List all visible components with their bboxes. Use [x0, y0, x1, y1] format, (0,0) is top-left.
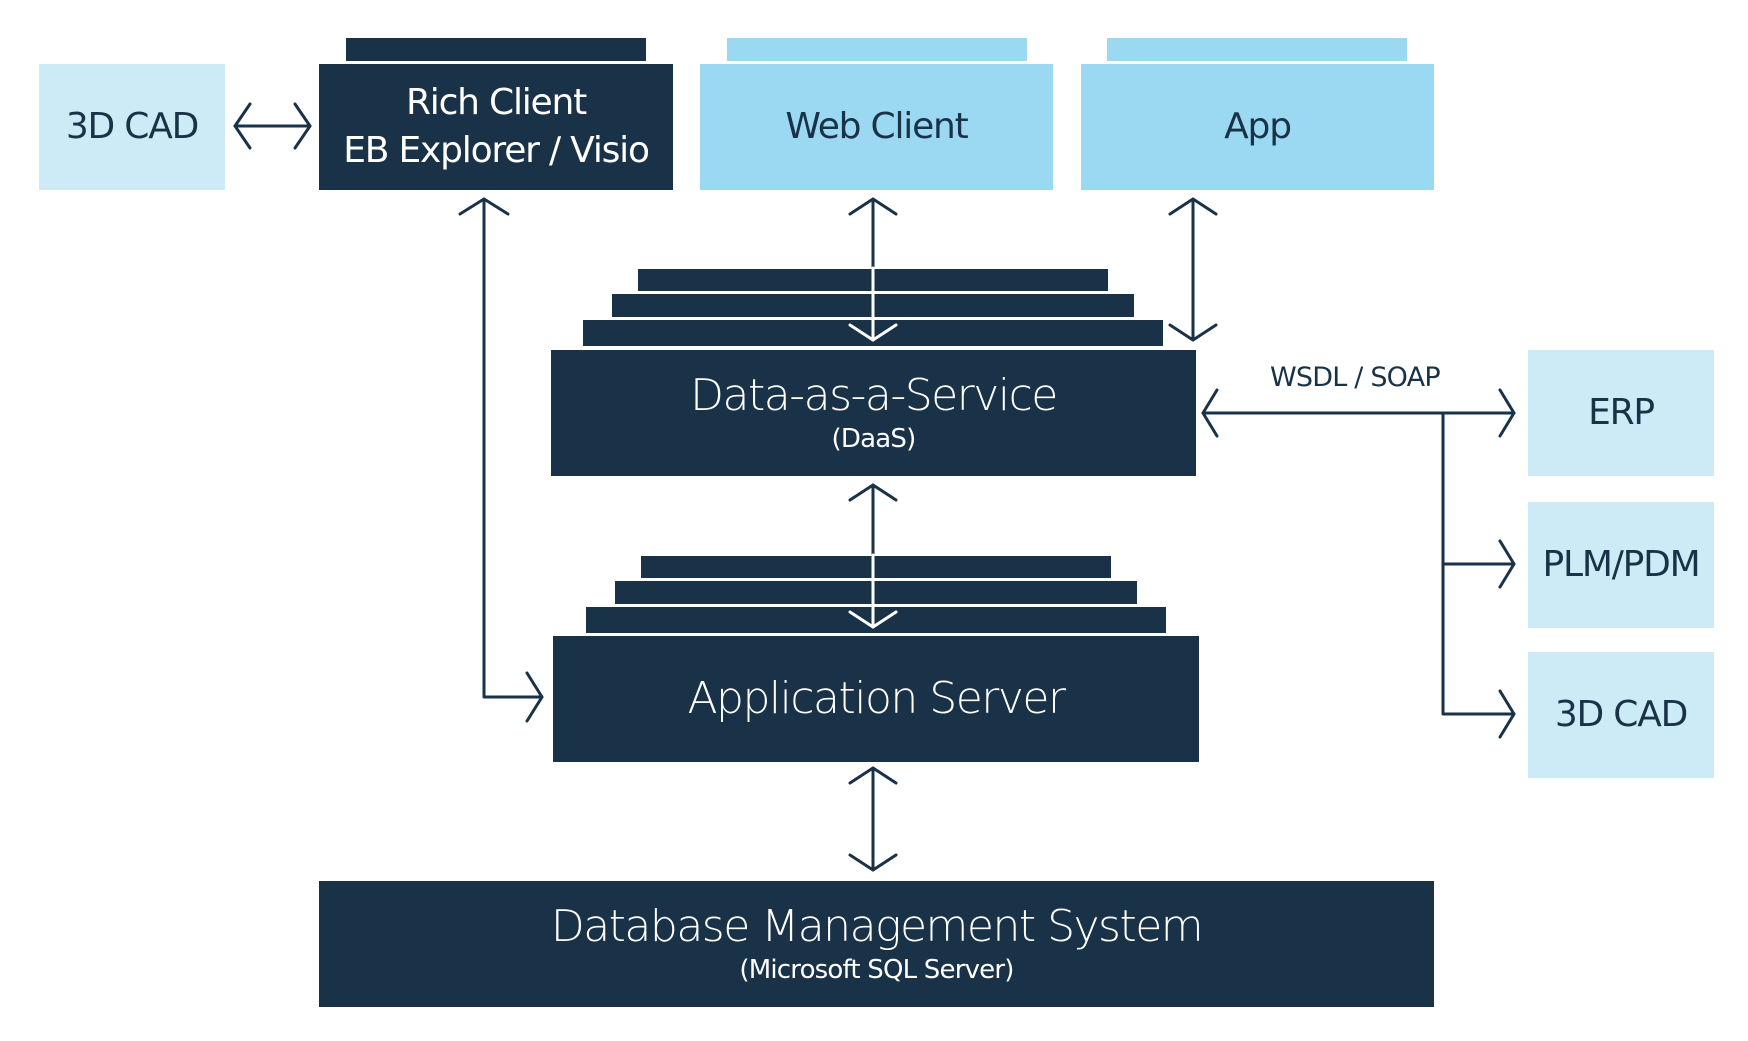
arrow-cad-rich-client — [233, 102, 312, 150]
arrow-app-daas — [1168, 197, 1218, 342]
arrow-app-server-dbms — [848, 766, 898, 872]
arrow-rich-client-app-server — [458, 197, 544, 723]
connector-layer — [233, 102, 1516, 872]
arrow-daas-app-server — [848, 483, 898, 557]
arrow-daas-app-server-overlay — [848, 553, 898, 629]
arrow-daas-integration — [1201, 388, 1516, 739]
arrow-web-client-daas — [848, 197, 898, 270]
arrow-web-client-daas-overlay — [848, 266, 898, 342]
